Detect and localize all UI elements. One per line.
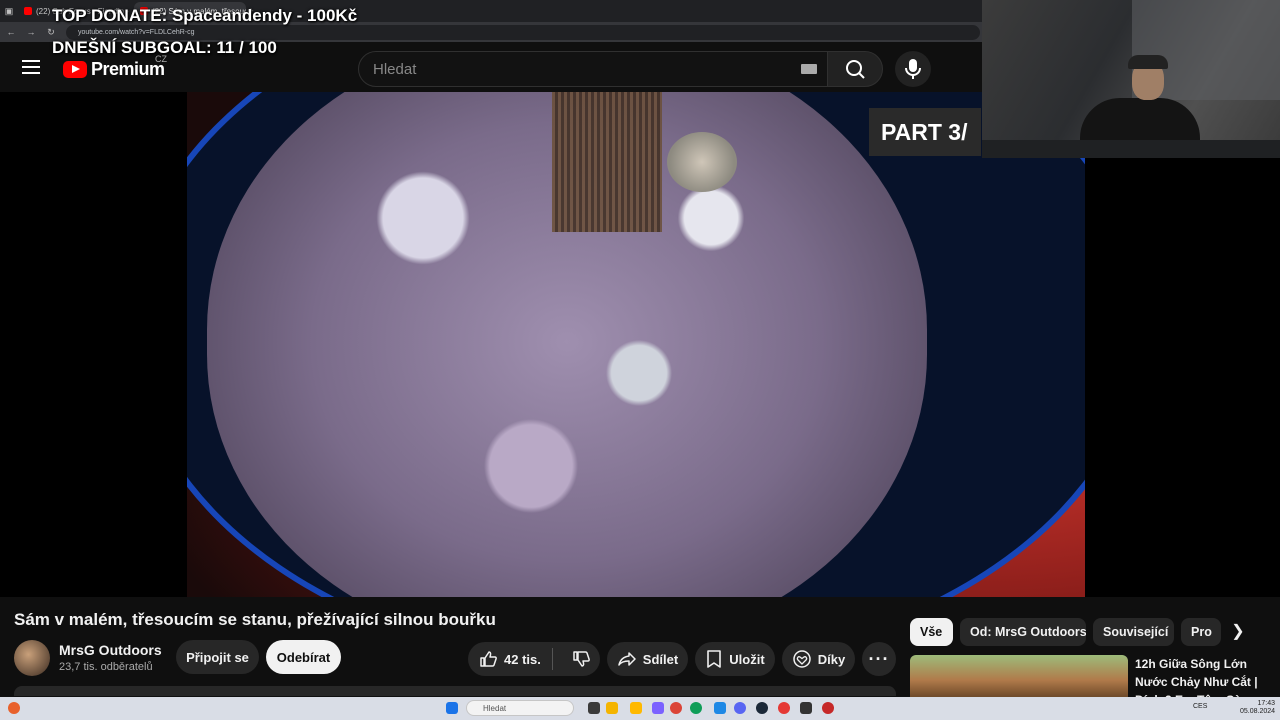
taskbar-search-input[interactable]: Hledat <box>466 700 574 716</box>
back-icon[interactable]: ← <box>6 27 16 37</box>
like-count[interactable]: 42 tis. <box>504 652 541 667</box>
app-icon[interactable] <box>822 702 834 714</box>
webcam-overlay <box>982 0 1280 158</box>
chip-all[interactable]: Vše <box>910 618 953 646</box>
chip-label: Pro <box>1191 625 1212 639</box>
chip-label: Od: MrsG Outdoors <box>970 625 1086 639</box>
pufferfish <box>667 132 737 192</box>
taskbar-search-placeholder: Hledat <box>483 703 507 713</box>
edge-icon[interactable] <box>690 702 702 714</box>
video-frame <box>187 92 1085 597</box>
bookmark-icon <box>707 650 722 668</box>
description-box[interactable] <box>14 686 896 696</box>
search-button[interactable] <box>827 51 883 87</box>
time: 17:43 <box>1257 700 1276 707</box>
super-thanks-icon <box>793 650 811 668</box>
channel-avatar[interactable] <box>14 640 50 676</box>
app-icon[interactable] <box>800 702 812 714</box>
thumbs-up-icon[interactable] <box>478 649 498 669</box>
logo-text: Premium <box>91 59 165 79</box>
chip-from-channel[interactable]: Od: MrsG Outdoors <box>960 618 1086 646</box>
video-title: Sám v malém, třesoucím se stanu, přežíva… <box>14 610 496 629</box>
mic-icon <box>905 59 921 79</box>
headphones <box>1128 55 1168 69</box>
menu-icon[interactable] <box>22 60 40 74</box>
youtube-premium-logo[interactable]: Premium <box>63 59 165 80</box>
recommended-title[interactable]: 12h Giữa Sông Lớn Nước Chảy Như Cắt | Dí… <box>1135 655 1275 697</box>
language-indicator[interactable]: CES <box>1193 703 1207 710</box>
share-icon <box>618 652 636 666</box>
youtube-play-icon <box>63 61 87 78</box>
net-fringe <box>552 92 662 232</box>
weather-icon[interactable] <box>8 702 20 714</box>
chip-label: Související <box>1103 625 1169 639</box>
chrome-icon[interactable] <box>670 702 682 714</box>
search-icon <box>846 60 865 79</box>
chip-related[interactable]: Související <box>1093 618 1174 646</box>
start-icon[interactable] <box>446 702 458 714</box>
like-divider <box>552 648 553 670</box>
subscribe-label: Odebírat <box>276 649 331 665</box>
search-input[interactable]: Hledat <box>358 51 828 87</box>
app-menu-icon[interactable]: ▣ <box>4 6 14 17</box>
forward-icon[interactable]: → <box>26 27 36 37</box>
search-placeholder: Hledat <box>373 60 417 78</box>
join-button[interactable]: Připojit se <box>176 640 259 674</box>
windows-taskbar: Hledat CES 17:43 05.08.2024 <box>0 697 1280 720</box>
recommended-thumbnail[interactable] <box>910 655 1128 697</box>
like-dislike-group: 42 tis. <box>468 642 600 676</box>
steam-icon[interactable] <box>756 702 768 714</box>
chevron-right-icon[interactable]: ❯ <box>1226 620 1250 644</box>
more-actions-icon[interactable]: ··· <box>862 642 896 676</box>
widgets-icon[interactable] <box>606 702 618 714</box>
subgoal-overlay: DNEŠNÍ SUBGOAL: 11 / 100 <box>52 38 277 57</box>
chip-label: Vše <box>920 625 943 639</box>
join-label: Připojit se <box>186 649 249 665</box>
date: 05.08.2024 <box>1240 708 1276 715</box>
subscribe-button[interactable]: Odebírat <box>266 640 341 674</box>
thanks-button[interactable]: Díky <box>782 642 855 676</box>
thumbs-down-icon[interactable] <box>571 649 591 669</box>
subscriber-count: 23,7 tis. odběratelů <box>59 661 153 673</box>
app-icon[interactable] <box>652 702 664 714</box>
reload-icon[interactable]: ↻ <box>46 27 56 38</box>
share-label: Sdílet <box>642 651 679 667</box>
save-label: Uložit <box>729 651 765 667</box>
top-donate-overlay: TOP DONATE: Spaceandendy - 100Kč <box>52 6 358 25</box>
file-explorer-icon[interactable] <box>630 702 642 714</box>
youtube-favicon-icon <box>24 7 32 15</box>
video-player[interactable] <box>0 92 1280 597</box>
thanks-label: Díky <box>817 651 846 667</box>
keyboard-icon[interactable] <box>801 64 817 74</box>
app-icon[interactable] <box>714 702 726 714</box>
part-label: PART 3/ <box>869 108 981 156</box>
discord-icon[interactable] <box>734 702 746 714</box>
voice-search-button[interactable] <box>895 51 931 87</box>
clock[interactable]: 17:43 05.08.2024 <box>1240 700 1275 716</box>
chip-more[interactable]: Pro <box>1181 618 1221 646</box>
task-view-icon[interactable] <box>588 702 600 714</box>
save-button[interactable]: Uložit <box>695 642 775 676</box>
share-button[interactable]: Sdílet <box>607 642 688 676</box>
obs-icon[interactable] <box>778 702 790 714</box>
channel-name[interactable]: MrsG Outdoors <box>59 642 162 658</box>
screen: ▣ (22) Sub Focus - Fiendin - YouT ✕ (22)… <box>0 0 1280 720</box>
